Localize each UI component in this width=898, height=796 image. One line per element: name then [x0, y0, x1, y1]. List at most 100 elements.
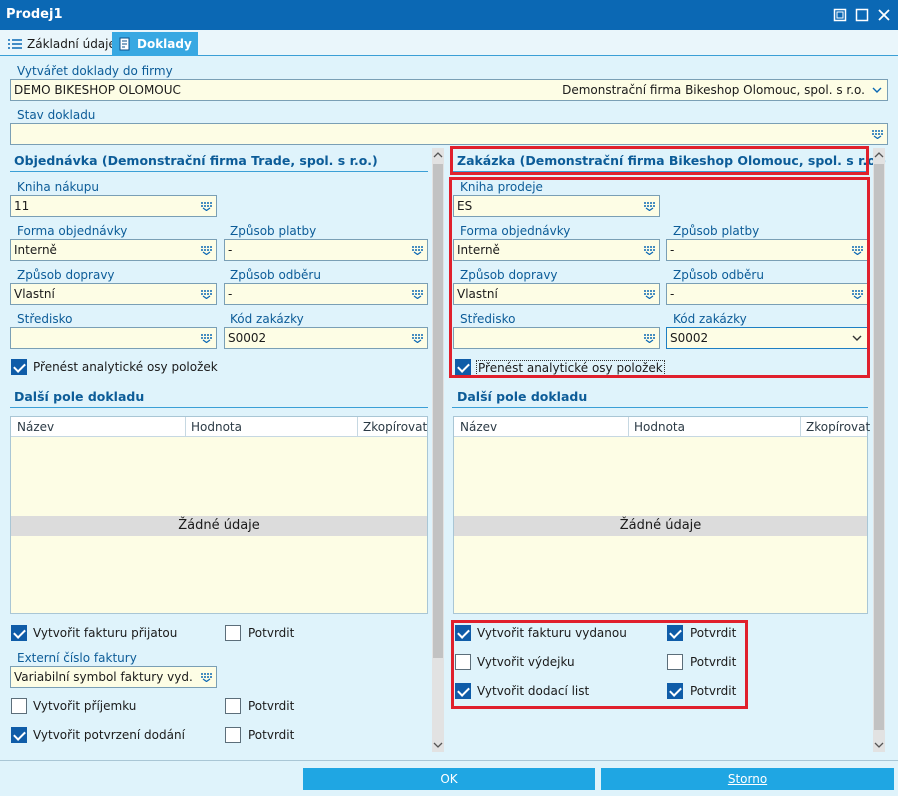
col-separator	[628, 417, 629, 437]
restore-icon[interactable]	[830, 5, 850, 25]
left-payment-value: -	[228, 243, 233, 257]
grid-header: Název Hodnota Zkopírovat	[11, 417, 427, 437]
ok-button[interactable]: OK	[303, 768, 595, 790]
left-transport-label: Způsob dopravy	[17, 268, 115, 282]
dropdown-list-icon	[412, 334, 423, 343]
dropdown-list-icon	[201, 673, 212, 682]
left-order-value: S0002	[228, 331, 267, 345]
document-icon	[119, 37, 130, 51]
dropdown-list-icon	[201, 246, 212, 255]
left-extra-title: Další pole dokladu	[14, 389, 145, 404]
left-opt3-confirm-checkbox[interactable]	[225, 727, 241, 743]
left-section-title: Objednávka (Demonstrační firma Trade, sp…	[14, 153, 378, 168]
left-opt2-confirm-checkbox[interactable]	[225, 698, 241, 714]
tab-basic-label: Základní údaje	[27, 37, 116, 51]
col-separator	[800, 417, 801, 437]
left-center-select[interactable]	[10, 327, 217, 349]
col-value: Hodnota	[191, 420, 242, 434]
grid-empty-message: Žádné údaje	[454, 516, 867, 536]
left-opt2-label: Vytvořit příjemku	[33, 699, 137, 713]
left-order-select[interactable]: S0002	[224, 327, 428, 349]
scroll-down-icon[interactable]	[433, 740, 443, 750]
left-opt3-checkbox[interactable]	[11, 727, 27, 743]
firm-code: DEMO BIKESHOP OLOMOUC	[14, 83, 181, 97]
left-ext-label: Externí číslo faktury	[17, 651, 137, 665]
left-scrollbar[interactable]	[432, 148, 444, 752]
left-transport-value: Vlastní	[14, 287, 55, 301]
firm-label: Vytvářet doklady do firmy	[17, 64, 173, 78]
col-name: Název	[460, 420, 498, 434]
left-book-value: 11	[14, 199, 30, 213]
left-opt2-checkbox[interactable]	[11, 698, 27, 714]
left-payment-label: Způsob platby	[230, 224, 317, 238]
left-opt1-confirm-label: Potvrdit	[248, 626, 295, 640]
state-label: Stav dokladu	[17, 108, 96, 122]
footer-divider	[0, 760, 898, 761]
dropdown-list-icon	[201, 202, 212, 211]
maximize-icon[interactable]	[852, 5, 872, 25]
highlight-box-options	[451, 620, 748, 709]
col-value: Hodnota	[634, 420, 685, 434]
list-icon	[8, 39, 22, 49]
left-opt3-confirm-label: Potvrdit	[248, 728, 295, 742]
dropdown-list-icon	[201, 290, 212, 299]
dropdown-list-icon	[872, 130, 883, 139]
grid-header: Název Hodnota Zkopírovat	[454, 417, 871, 437]
left-pickup-label: Způsob odběru	[230, 268, 321, 282]
scroll-up-icon[interactable]	[874, 150, 884, 160]
highlight-box-title	[450, 146, 869, 175]
col-name: Název	[17, 420, 55, 434]
right-extra-title: Další pole dokladu	[457, 389, 588, 404]
dropdown-list-icon	[201, 334, 212, 343]
title-bar: Prodej1	[0, 0, 898, 30]
left-payment-select[interactable]: -	[224, 239, 428, 261]
dropdown-list-icon	[412, 290, 423, 299]
dropdown-list-icon	[412, 246, 423, 255]
tab-documents-label: Doklady	[137, 37, 192, 51]
left-extra-divider	[10, 407, 428, 408]
grid-empty-message: Žádné údaje	[11, 516, 427, 536]
scroll-down-icon[interactable]	[874, 740, 884, 750]
firm-select[interactable]: DEMO BIKESHOP OLOMOUC Demonstrační firma…	[10, 79, 888, 101]
right-scroll-thumb[interactable]	[874, 164, 884, 730]
left-ext-value: Variabilní symbol faktury vyd.	[14, 670, 193, 684]
left-section-divider	[10, 171, 428, 172]
firm-name: Demonstrační firma Bikeshop Olomouc, spo…	[562, 83, 865, 97]
col-separator	[357, 417, 358, 437]
left-opt1-label: Vytvořit fakturu přijatou	[33, 626, 178, 640]
tab-bar: Základní údaje Doklady	[0, 30, 898, 56]
left-pickup-value: -	[228, 287, 233, 301]
close-icon[interactable]	[874, 5, 894, 25]
col-copy: Zkopírovat	[363, 420, 428, 434]
left-form-select[interactable]: Interně	[10, 239, 217, 261]
chevron-down-icon	[872, 87, 882, 93]
left-opt1-checkbox[interactable]	[11, 625, 27, 641]
state-select[interactable]	[10, 123, 888, 145]
left-extra-grid[interactable]: Název Hodnota Zkopírovat Žádné údaje	[10, 416, 428, 614]
left-form-label: Forma objednávky	[17, 224, 128, 238]
left-form-value: Interně	[14, 243, 57, 257]
left-opt1-confirm-checkbox[interactable]	[225, 625, 241, 641]
right-scrollbar[interactable]	[873, 148, 885, 752]
tab-documents[interactable]: Doklady	[112, 32, 198, 56]
right-extra-divider	[452, 407, 868, 408]
left-opt3-label: Vytvořit potvrzení dodání	[33, 728, 185, 742]
highlight-box-fields	[449, 177, 870, 378]
scroll-up-icon[interactable]	[433, 150, 443, 160]
left-opt2-confirm-label: Potvrdit	[248, 699, 295, 713]
left-transport-select[interactable]: Vlastní	[10, 283, 217, 305]
left-ext-select[interactable]: Variabilní symbol faktury vyd.	[10, 666, 217, 688]
window-title: Prodej1	[6, 7, 63, 22]
cancel-button[interactable]: Storno	[601, 768, 894, 790]
left-book-label: Kniha nákupu	[17, 180, 99, 194]
left-scroll-thumb[interactable]	[433, 164, 443, 658]
right-extra-grid[interactable]: Název Hodnota Zkopírovat Žádné údaje	[453, 416, 871, 614]
col-separator	[185, 417, 186, 437]
left-center-label: Středisko	[17, 312, 73, 326]
col-copy: Zkopírovat	[806, 420, 871, 434]
tab-basic[interactable]: Základní údaje	[2, 32, 122, 56]
left-order-label: Kód zakázky	[230, 312, 304, 326]
left-transfer-checkbox[interactable]	[11, 359, 27, 375]
left-pickup-select[interactable]: -	[224, 283, 428, 305]
left-book-select[interactable]: 11	[10, 195, 217, 217]
